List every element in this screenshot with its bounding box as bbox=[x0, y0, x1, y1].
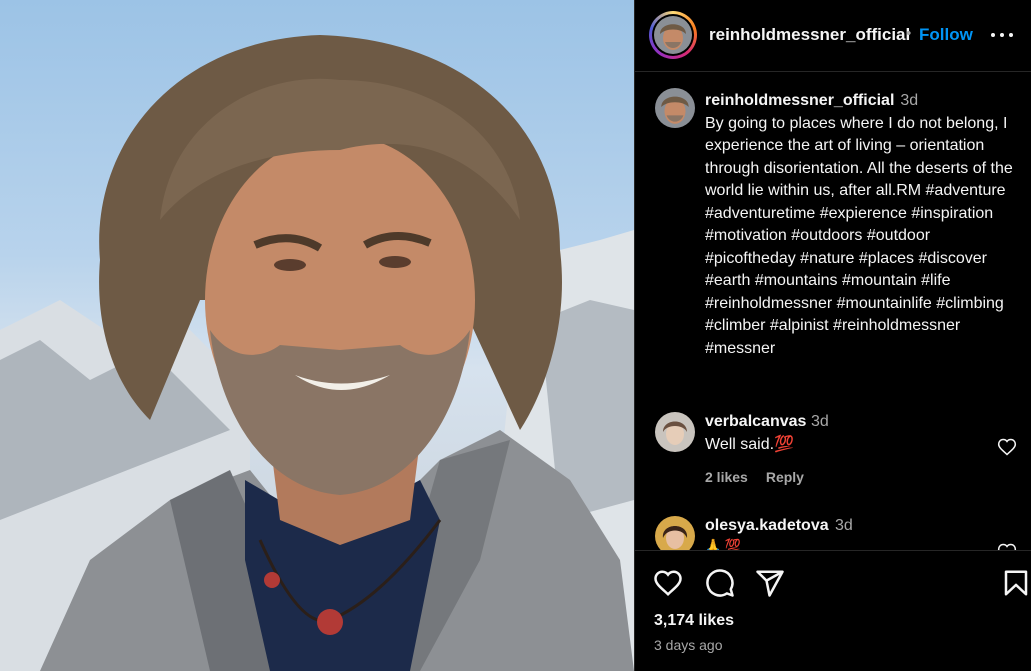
caption-text: By going to places where I do not belong… bbox=[705, 114, 1013, 357]
caption: reinholdmessner_official 3d By going to p… bbox=[705, 90, 1023, 360]
post-photo[interactable] bbox=[0, 0, 634, 671]
comment-avatar[interactable] bbox=[655, 516, 695, 550]
share-icon[interactable] bbox=[755, 568, 785, 598]
action-bar: 3,174 likes 3 days ago bbox=[635, 550, 1031, 671]
post-side-panel: reinholdmessner_official • Follow reinho… bbox=[634, 0, 1031, 671]
comment-avatar[interactable] bbox=[655, 412, 695, 452]
likes-count[interactable]: 3,174 likes bbox=[654, 612, 734, 630]
comment-time: 3d bbox=[811, 413, 829, 430]
caption-username[interactable]: reinholdmessner_official bbox=[705, 92, 894, 109]
comment-username[interactable]: verbalcanvas bbox=[705, 413, 806, 431]
heart-icon[interactable] bbox=[653, 568, 683, 598]
comment-like-heart-icon[interactable] bbox=[997, 437, 1017, 457]
post-time-ago: 3 days ago bbox=[654, 637, 723, 653]
caption-time: 3d bbox=[900, 92, 919, 109]
comment-reply-button[interactable]: Reply bbox=[766, 469, 804, 485]
comment-time: 3d bbox=[835, 517, 853, 534]
more-options-icon[interactable] bbox=[991, 24, 1013, 46]
comment-username[interactable]: olesya.kadetova bbox=[705, 517, 829, 535]
caption-avatar[interactable] bbox=[655, 88, 695, 128]
comments-section[interactable]: reinholdmessner_official 3d By going to p… bbox=[635, 72, 1031, 550]
post-header: reinholdmessner_official • Follow bbox=[635, 0, 1031, 72]
comment-like-heart-icon[interactable] bbox=[997, 542, 1017, 550]
comment-icon[interactable] bbox=[705, 568, 735, 598]
author-avatar[interactable] bbox=[649, 11, 697, 59]
bookmark-icon[interactable] bbox=[1001, 568, 1031, 598]
author-username[interactable]: reinholdmessner_official bbox=[709, 25, 910, 45]
portrait-photo-illustration bbox=[0, 35, 634, 671]
comment-likes[interactable]: 2 likes bbox=[705, 469, 748, 485]
follow-button[interactable]: Follow bbox=[919, 25, 973, 45]
comment-text: Well said.💯 bbox=[705, 436, 794, 453]
comment-meta: 2 likes Reply bbox=[705, 469, 822, 485]
comment-text: 🙏 💯 bbox=[705, 538, 741, 550]
separator-dot: • bbox=[906, 25, 912, 42]
